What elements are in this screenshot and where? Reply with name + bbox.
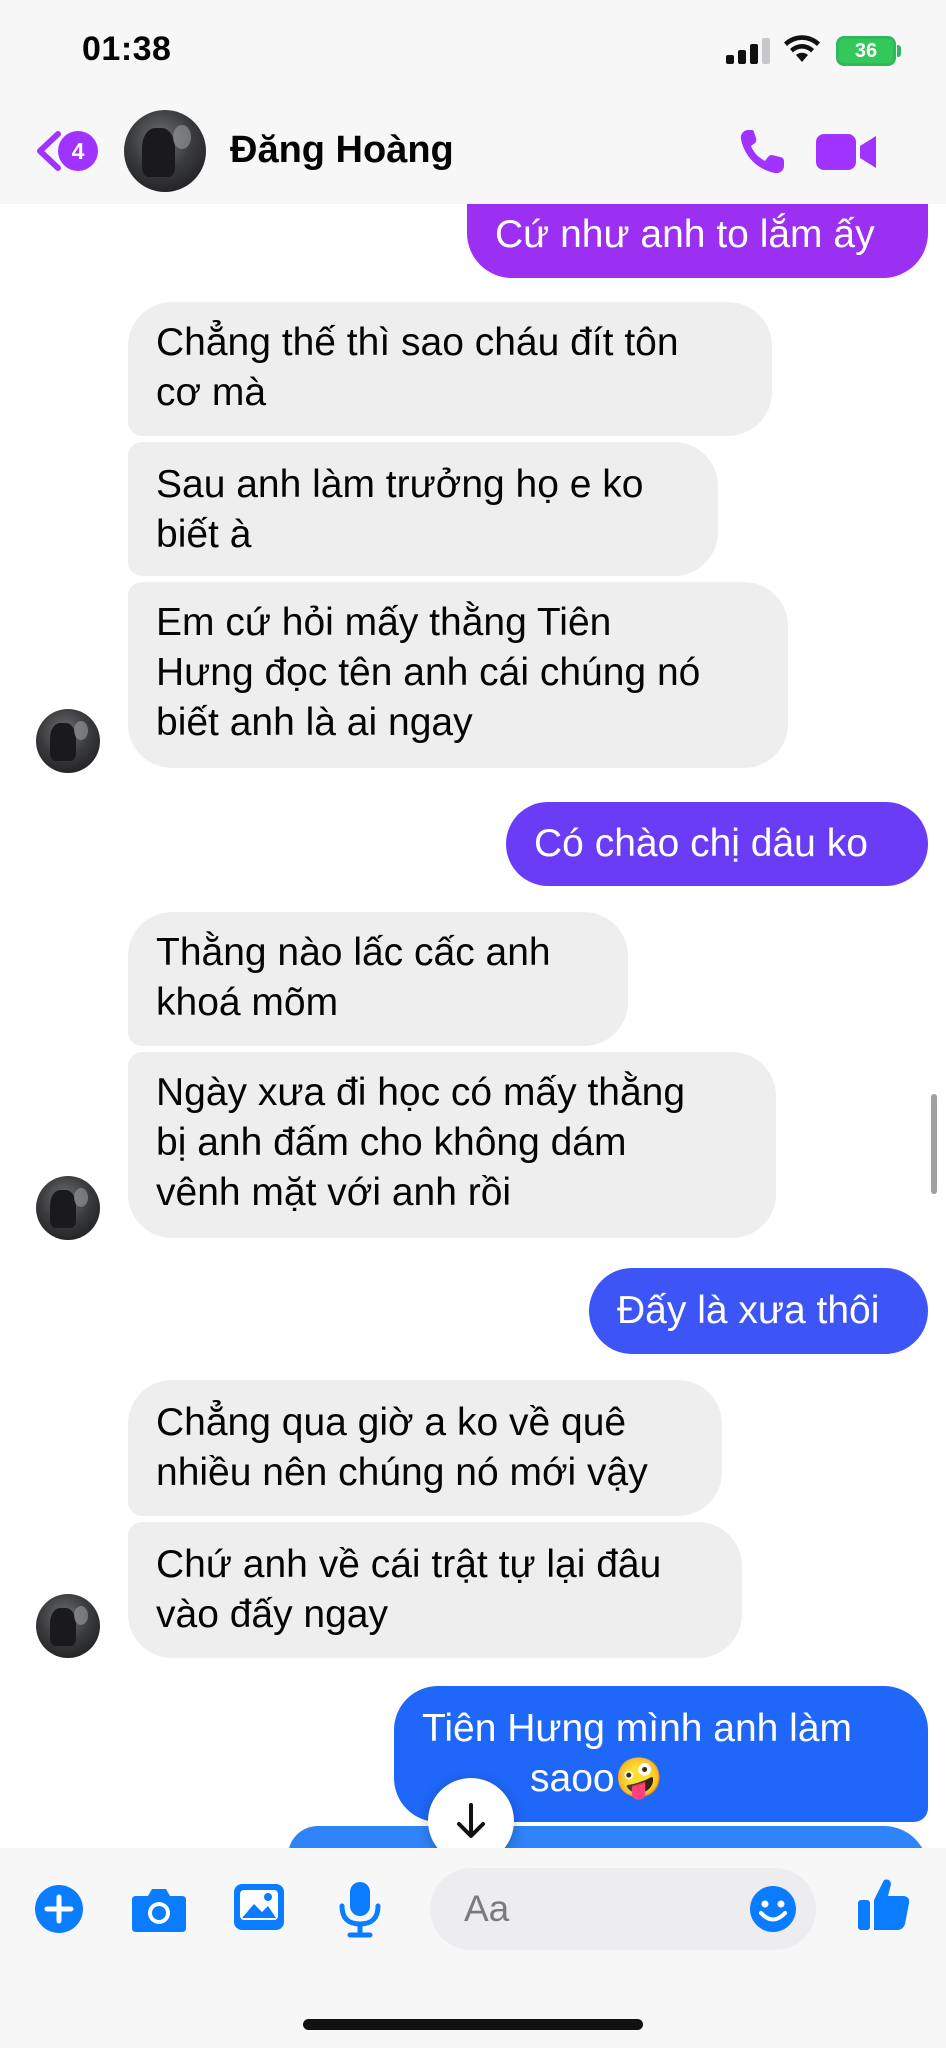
message-line: biết anh là ai ngay [156, 701, 473, 744]
message-line: Hưng đọc tên anh cái chúng nó [156, 651, 701, 694]
message-bubble-incoming[interactable]: Sau anh làm trưởng họ e ko biết à [128, 442, 718, 576]
message-line: Sau anh làm trưởng họ e ko [156, 463, 644, 506]
message-text: Đấy là xưa thôi [617, 1289, 880, 1332]
contact-name[interactable]: Đăng Hoàng [230, 129, 454, 172]
message-bubble-incoming[interactable]: Chẳng thế thì sao cháu đít tôn cơ mà [128, 302, 772, 436]
message-bubble-outgoing[interactable]: Có chào chị dâu ko [506, 802, 928, 886]
message-line: bị anh đấm cho không dám [156, 1121, 627, 1164]
message-bubble-outgoing-partial[interactable] [288, 1826, 928, 1848]
image-icon[interactable] [232, 1882, 286, 1932]
message-line: cơ mà [156, 371, 267, 414]
message-bubble-incoming[interactable]: Chứ anh về cái trật tự lại đâu vào đấy n… [128, 1522, 742, 1658]
message-line: vào đấy ngay [156, 1593, 389, 1636]
camera-icon[interactable] [130, 1884, 188, 1934]
signal-icon [726, 38, 770, 64]
battery-icon: 36 [836, 36, 896, 66]
message-line: biết à [156, 513, 252, 556]
video-camera-icon[interactable] [816, 128, 878, 176]
message-line: Thằng nào lấc cấc anh [156, 931, 551, 974]
avatar[interactable] [36, 1594, 100, 1658]
message-bubble-incoming[interactable]: Em cứ hỏi mấy thằng Tiên Hưng đọc tên an… [128, 582, 788, 768]
message-bubble-outgoing[interactable]: Đấy là xưa thôi [589, 1268, 928, 1354]
message-bubble-incoming[interactable]: Chẳng qua giờ a ko về quê nhiều nên chún… [128, 1380, 722, 1516]
message-line: vênh mặt với anh rồi [156, 1171, 512, 1214]
status-bar: 01:38 36 [0, 0, 946, 100]
message-line: Chẳng thế thì sao cháu đít tôn [156, 321, 679, 364]
microphone-icon[interactable] [338, 1880, 382, 1938]
status-time: 01:38 [82, 30, 172, 68]
message-line: khoá mõm [156, 981, 339, 1024]
home-indicator [303, 2019, 643, 2030]
conversation-header: 4 Đăng Hoàng [0, 100, 946, 204]
unread-count-badge[interactable]: 4 [58, 131, 98, 171]
message-line: Chẳng qua giờ a ko về quê [156, 1401, 627, 1444]
battery-tip [897, 45, 901, 57]
message-list[interactable]: Cứ như anh to lắm ấy Chẳng thế thì sao c… [0, 204, 946, 1848]
message-line: Chứ anh về cái trật tự lại đâu [156, 1543, 662, 1586]
avatar[interactable] [124, 110, 206, 192]
thumbs-up-icon[interactable] [856, 1876, 912, 1934]
phone-icon[interactable] [734, 124, 790, 180]
message-bubble-incoming[interactable]: Ngày xưa đi học có mấy thằng bị anh đấm … [128, 1052, 776, 1238]
wifi-icon [784, 35, 820, 62]
message-input-placeholder: Aa [464, 1888, 510, 1929]
message-line: Ngày xưa đi học có mấy thằng [156, 1071, 686, 1114]
message-line: Em cứ hỏi mấy thằng Tiên [156, 601, 612, 644]
avatar[interactable] [36, 1176, 100, 1240]
plus-icon[interactable] [34, 1884, 84, 1934]
message-line: Tiên Hưng mình anh làm [422, 1707, 853, 1750]
message-text: Có chào chị dâu ko [534, 822, 868, 865]
emoji-icon[interactable] [748, 1884, 798, 1934]
message-text: Cứ như anh to lắm ấy [495, 213, 875, 256]
message-composer: Aa [0, 1848, 946, 2048]
avatar[interactable] [36, 709, 100, 773]
message-bubble-outgoing[interactable]: Cứ như anh to lắm ấy [467, 204, 928, 278]
message-bubble-incoming[interactable]: Thằng nào lấc cấc anh khoá mõm [128, 912, 628, 1046]
message-input[interactable]: Aa [430, 1868, 816, 1950]
scrollbar[interactable] [931, 1094, 937, 1194]
arrow-down-icon [457, 1803, 485, 1838]
message-line: nhiều nên chúng nó mới vậy [156, 1451, 648, 1494]
battery-level: 36 [854, 40, 878, 62]
